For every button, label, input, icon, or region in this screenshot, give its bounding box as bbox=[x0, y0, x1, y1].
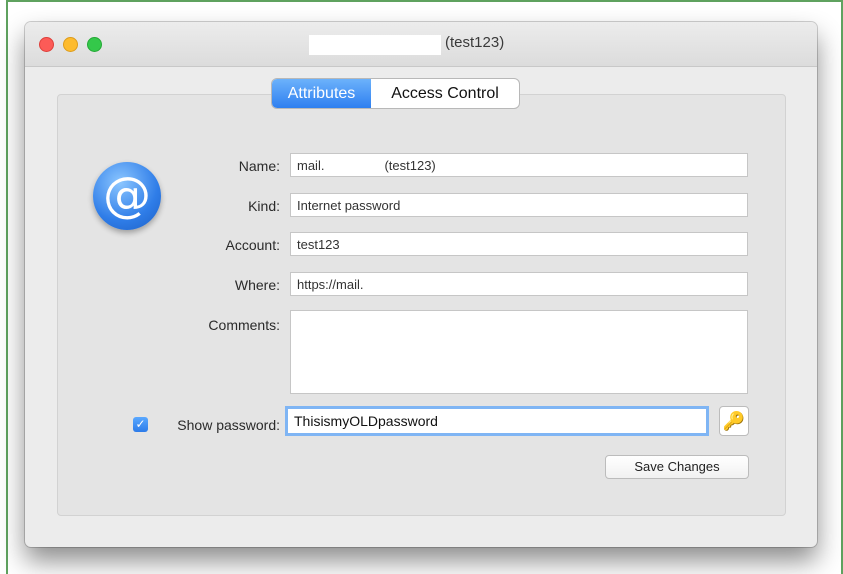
tab-bar: Attributes Access Control bbox=[272, 79, 519, 108]
screenshot-frame-top bbox=[6, 0, 843, 2]
password-field[interactable]: ThisismyOLDpassword bbox=[285, 406, 709, 436]
minimize-window-button[interactable] bbox=[63, 37, 78, 52]
kind-field[interactable]: Internet password bbox=[290, 193, 748, 217]
save-changes-button[interactable]: Save Changes bbox=[605, 455, 749, 479]
comments-textarea[interactable] bbox=[290, 310, 748, 394]
name-label: Name: bbox=[238, 158, 280, 174]
tab-access-control[interactable]: Access Control bbox=[371, 79, 519, 108]
tab-attributes[interactable]: Attributes bbox=[272, 79, 371, 108]
kind-label: Kind: bbox=[248, 198, 280, 214]
account-label: Account: bbox=[225, 237, 280, 253]
show-password-label[interactable]: Show password: bbox=[100, 417, 280, 433]
title-bar: (test123) bbox=[25, 22, 817, 67]
screenshot-frame-left bbox=[6, 0, 8, 574]
keychain-item-window: (test123) Attributes Access Control @ Na… bbox=[25, 22, 817, 547]
account-field[interactable]: test123 bbox=[290, 232, 748, 256]
name-value-prefix: mail. bbox=[297, 158, 325, 173]
key-icon[interactable]: 🔑 bbox=[719, 406, 749, 436]
close-window-button[interactable] bbox=[39, 37, 54, 52]
where-field[interactable]: https://mail. bbox=[290, 272, 748, 296]
title-redaction bbox=[309, 35, 441, 55]
comments-label: Comments: bbox=[208, 317, 280, 333]
zoom-window-button[interactable] bbox=[87, 37, 102, 52]
where-label: Where: bbox=[234, 277, 280, 293]
name-field[interactable]: mail. (test123) bbox=[290, 153, 748, 177]
name-value-suffix: (test123) bbox=[384, 158, 436, 173]
window-title: (test123) bbox=[445, 34, 505, 51]
